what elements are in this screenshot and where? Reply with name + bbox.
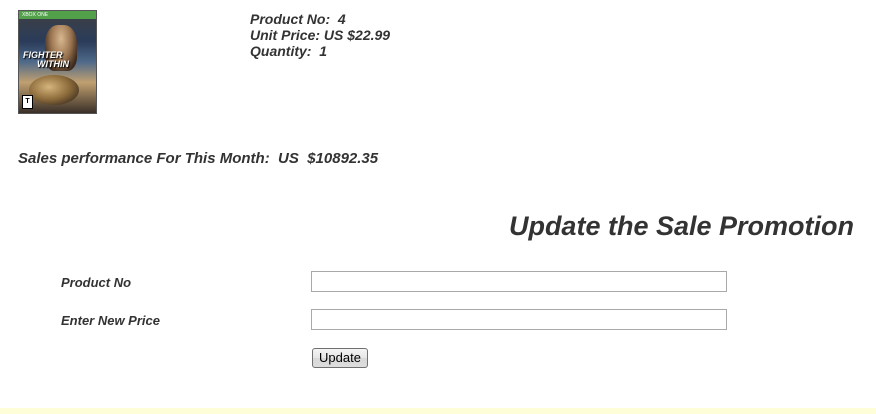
cover-fighter-art	[29, 75, 79, 105]
product-no-input[interactable]	[311, 271, 727, 292]
cover-platform-badge: XBOX ONE	[19, 11, 96, 19]
cover-rating-badge: T	[22, 95, 33, 109]
product-info: Product No: 4 Unit Price: US $22.99 Quan…	[250, 11, 390, 59]
update-button[interactable]: Update	[312, 348, 368, 368]
product-number-text: Product No: 4	[250, 11, 346, 27]
cover-title-line2: WITHIN	[37, 59, 69, 69]
new-price-input[interactable]	[311, 309, 727, 330]
cover-title: FIGHTER WITHIN	[23, 51, 95, 69]
new-price-label: Enter New Price	[61, 313, 160, 328]
unit-price-text: Unit Price: US $22.99	[250, 27, 391, 43]
product-no-label: Product No	[61, 275, 132, 290]
quantity-text: Quantity: 1	[250, 43, 328, 59]
page: XBOX ONE FIGHTER WITHIN T Product No: 4 …	[0, 0, 876, 414]
promotion-heading: Update the Sale Promotion	[508, 211, 854, 241]
footer-strip	[0, 408, 876, 414]
sales-performance-text: Sales performance For This Month: US $10…	[18, 150, 379, 167]
product-cover-image: XBOX ONE FIGHTER WITHIN T	[18, 10, 97, 114]
